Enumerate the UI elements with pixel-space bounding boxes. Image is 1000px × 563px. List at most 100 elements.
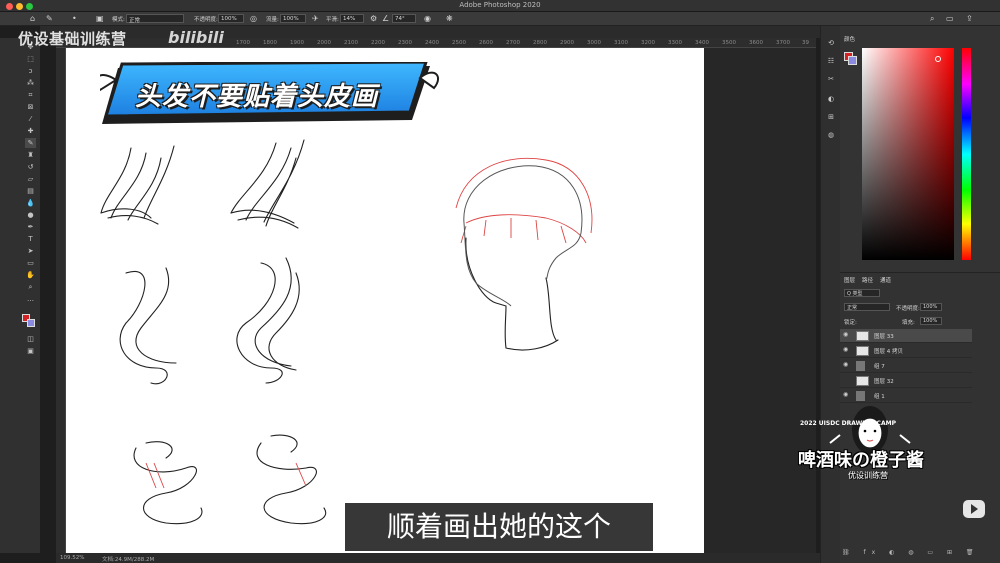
tab-paths[interactable]: 路径 bbox=[862, 276, 873, 284]
tool-presets-icon[interactable]: ✂ bbox=[826, 74, 836, 84]
pressure-opacity-icon[interactable]: ◎ bbox=[250, 14, 257, 23]
healing-tool-icon[interactable]: ✚ bbox=[25, 126, 36, 136]
more-tools-icon[interactable]: … bbox=[25, 294, 36, 304]
adjustments-icon[interactable]: ◐ bbox=[826, 94, 836, 104]
opacity-input[interactable]: 100% bbox=[218, 14, 244, 23]
marquee-tool-icon[interactable]: ⬚ bbox=[25, 54, 36, 64]
tab-layers[interactable]: 图层 bbox=[844, 276, 855, 284]
ruler-tick: 2300 bbox=[398, 40, 412, 46]
title-banner: 头发不要贴着头皮画 bbox=[95, 60, 440, 128]
color-picker-field[interactable] bbox=[862, 48, 954, 260]
flow-label: 流量: bbox=[266, 17, 279, 23]
layer-row[interactable]: ◉ 图层 33 bbox=[840, 329, 972, 343]
styles-icon[interactable]: ◍ bbox=[826, 130, 836, 140]
visibility-eye-icon[interactable]: ◉ bbox=[843, 361, 848, 368]
ruler-tick: 3100 bbox=[614, 40, 628, 46]
tab-channels[interactable]: 通道 bbox=[880, 276, 891, 284]
layer-opacity-input[interactable]: 100% bbox=[920, 303, 942, 311]
brush-size-icon[interactable]: • bbox=[72, 14, 77, 23]
share-icon[interactable]: ⇪ bbox=[966, 14, 973, 23]
folder-icon bbox=[856, 361, 865, 371]
layer-opacity-label: 不透明度: bbox=[896, 306, 920, 312]
fill-input[interactable]: 100% bbox=[920, 317, 942, 325]
opacity-label: 不透明度: bbox=[194, 17, 218, 23]
crop-tool-icon[interactable]: ⌗ bbox=[25, 90, 36, 100]
gradient-tool-icon[interactable]: ▤ bbox=[25, 186, 36, 196]
hand-tool-icon[interactable]: ✋ bbox=[25, 270, 36, 280]
type-tool-icon[interactable]: T bbox=[25, 234, 36, 244]
layer-row[interactable]: ◉ 组 7 bbox=[840, 359, 972, 373]
hue-slider[interactable] bbox=[962, 48, 971, 260]
stamp-subtitle: 优设训练营 bbox=[848, 471, 888, 480]
angle-input[interactable]: 74° bbox=[392, 14, 416, 23]
panel-background-swatch[interactable] bbox=[848, 56, 857, 65]
zoom-tool-icon[interactable]: ⌕ bbox=[25, 282, 36, 292]
layer-blend-mode[interactable]: 正常 bbox=[844, 303, 890, 311]
bilibili-logo: bilibili bbox=[168, 28, 224, 47]
layer-row[interactable]: 图层 32 bbox=[840, 374, 972, 388]
smooth-input[interactable]: 14% bbox=[340, 14, 364, 23]
stamp-tool-icon[interactable]: ♜ bbox=[25, 150, 36, 160]
screen-mode-icon[interactable]: ▣ bbox=[25, 346, 36, 356]
pen-tool-icon[interactable]: ✒ bbox=[25, 222, 36, 232]
ruler-tick: 2200 bbox=[371, 40, 385, 46]
quick-mask-icon[interactable]: ◫ bbox=[25, 334, 36, 344]
play-icon[interactable] bbox=[963, 500, 985, 518]
layer-row[interactable]: ◉ 图层 4 拷贝 bbox=[840, 344, 972, 358]
symmetry-icon[interactable]: ❋ bbox=[446, 14, 453, 23]
background-color-swatch[interactable] bbox=[27, 319, 35, 327]
lasso-tool-icon[interactable]: ↄ bbox=[25, 66, 36, 76]
zoom-level[interactable]: 109.52% bbox=[60, 555, 84, 561]
angle-icon: ∠ bbox=[382, 14, 390, 23]
color-panel-tab[interactable]: 颜色 bbox=[844, 35, 855, 43]
layer-thumbnail bbox=[856, 376, 869, 386]
properties-icon[interactable]: ☷ bbox=[826, 56, 836, 66]
path-select-tool-icon[interactable]: ➤ bbox=[25, 246, 36, 256]
eyedropper-tool-icon[interactable]: ⁄ bbox=[25, 114, 36, 124]
ruler-tick: 2800 bbox=[533, 40, 547, 46]
search-icon[interactable]: ⌕ bbox=[930, 14, 934, 24]
layer-kind-filter[interactable]: Q 类型 bbox=[844, 289, 880, 297]
ruler-tick: 3200 bbox=[641, 40, 655, 46]
libraries-icon[interactable]: ⊞ bbox=[826, 112, 836, 122]
history-brush-tool-icon[interactable]: ↺ bbox=[25, 162, 36, 172]
eraser-tool-icon[interactable]: ▱ bbox=[25, 174, 36, 184]
pressure-size-icon[interactable]: ◉ bbox=[424, 14, 431, 23]
shape-tool-icon[interactable]: ▭ bbox=[25, 258, 36, 268]
ruler-tick: 2900 bbox=[560, 40, 574, 46]
frame-tool-icon[interactable]: ⊠ bbox=[25, 102, 36, 112]
blur-tool-icon[interactable]: 💧 bbox=[25, 198, 36, 208]
ruler-tick: 2100 bbox=[344, 40, 358, 46]
visibility-eye-icon[interactable]: ◉ bbox=[843, 331, 848, 338]
ruler-tick: 2600 bbox=[479, 40, 493, 46]
brush-preset-icon[interactable]: ✎ bbox=[46, 14, 53, 23]
ruler-tick: 39 bbox=[802, 40, 809, 46]
layer-name: 图层 4 拷贝 bbox=[874, 349, 903, 355]
visibility-eye-icon[interactable]: ◉ bbox=[843, 346, 848, 353]
history-icon[interactable]: ⟲ bbox=[826, 38, 836, 48]
dodge-tool-icon[interactable]: ● bbox=[25, 210, 36, 220]
airbrush-icon[interactable]: ✈ bbox=[312, 14, 319, 23]
tools-panel: ✥ ⬚ ↄ ⁂ ⌗ ⊠ ⁄ ✚ ✎ ♜ ↺ ▱ ▤ 💧 ● ✒ T ➤ ▭ ✋ … bbox=[0, 38, 40, 553]
quick-select-tool-icon[interactable]: ⁂ bbox=[25, 78, 36, 88]
title-bar: Adobe Photoshop 2020 bbox=[0, 0, 1000, 12]
flow-input[interactable]: 100% bbox=[280, 14, 306, 23]
workspace-icon[interactable]: ▭ bbox=[946, 14, 954, 23]
options-bar: ⌂ ✎ • ▣ 模式: 正常 不透明度: 100% ◎ 流量: 100% ✈ 平… bbox=[0, 12, 1000, 26]
channel-watermark: 优设基础训练营 bbox=[18, 30, 127, 48]
stamp-ring-text: 2022 UISDC DRAWING CAMP bbox=[800, 420, 896, 427]
brush-tool-icon[interactable]: ✎ bbox=[25, 138, 36, 148]
layer-name: 组 7 bbox=[874, 364, 885, 370]
ruler-tick: 3600 bbox=[749, 40, 763, 46]
document-size[interactable]: 文档:24.9M/288.2M bbox=[102, 555, 154, 563]
gear-icon[interactable]: ⚙ bbox=[370, 14, 377, 23]
mode-select[interactable]: 正常 bbox=[126, 14, 184, 24]
layer-actions-bar[interactable]: ⛓ fx ◐ ◍ ▭ ⊞ 🗑 bbox=[842, 549, 980, 556]
layer-name: 图层 33 bbox=[874, 334, 894, 340]
fill-label: 填充: bbox=[902, 320, 915, 326]
home-icon[interactable]: ⌂ bbox=[30, 14, 35, 23]
document-tab-bar[interactable] bbox=[40, 26, 820, 38]
brush-panel-icon[interactable]: ▣ bbox=[96, 14, 104, 23]
color-picker-cursor[interactable] bbox=[935, 56, 941, 62]
layer-thumbnail bbox=[856, 346, 869, 356]
